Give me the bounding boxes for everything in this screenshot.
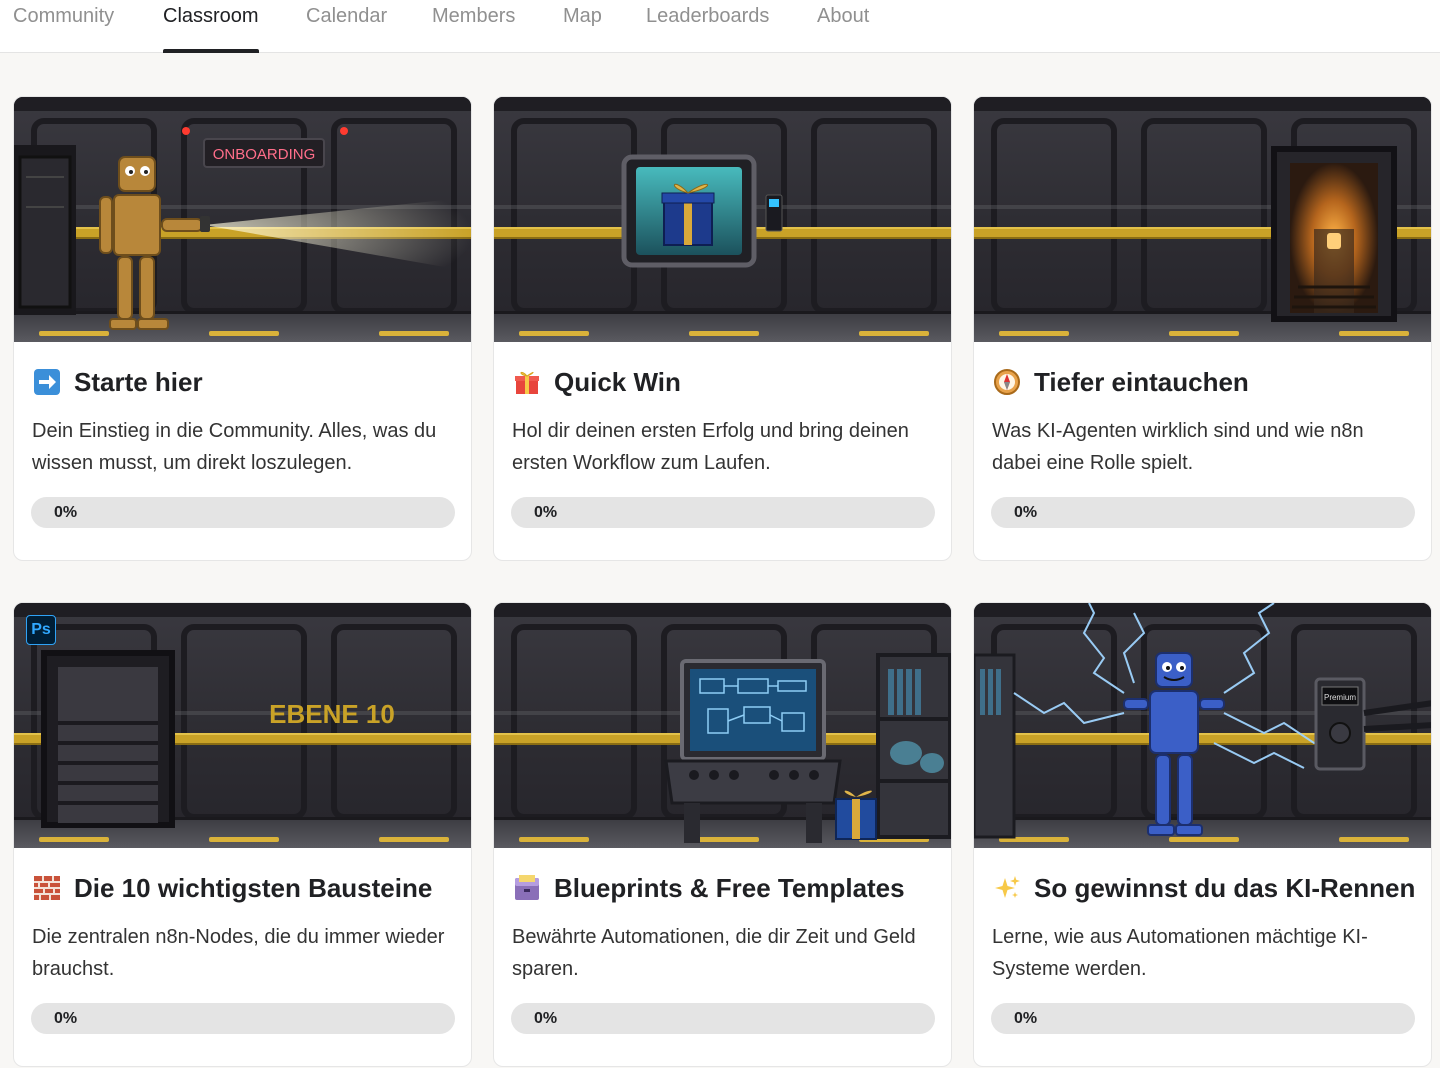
course-title-text: So gewinnst du das KI-Rennen xyxy=(1034,872,1416,903)
course-description: Bewährte Automationen, die dir Zeit und … xyxy=(512,926,916,980)
course-progress-label: 0% xyxy=(1014,504,1038,521)
course-progress-bar: 0% xyxy=(511,497,935,528)
compass-emoji-icon xyxy=(993,368,1021,396)
level-sign-text: EBENE 10 xyxy=(269,699,395,729)
course-progress-bar: 0% xyxy=(991,497,1415,528)
course-description: Dein Einstieg in die Community. Alles, w… xyxy=(32,420,437,474)
course-cover-image xyxy=(974,97,1431,342)
course-card-starte-hier[interactable]: ONBOARDING Starte hier Dein Einstieg in … xyxy=(13,96,472,561)
course-progress-label: 0% xyxy=(54,1010,78,1027)
course-title-text: Tiefer eintauchen xyxy=(1034,366,1249,397)
course-title[interactable]: Blueprints & Free Templates xyxy=(513,870,941,906)
course-progress-label: 0% xyxy=(54,504,78,521)
course-title[interactable]: Tiefer eintauchen xyxy=(993,364,1421,400)
course-title-text: Blueprints & Free Templates xyxy=(554,872,905,903)
tab-members[interactable]: Members xyxy=(432,0,515,53)
course-description: Was KI-Agenten wirklich sind und wie n8n… xyxy=(992,420,1364,474)
tab-leaderboards[interactable]: Leaderboards xyxy=(646,0,769,53)
course-title[interactable]: Starte hier xyxy=(33,364,461,400)
course-progress-bar: 0% xyxy=(511,1003,935,1034)
course-progress-label: 0% xyxy=(534,1010,558,1027)
tab-map[interactable]: Map xyxy=(563,0,602,53)
classroom-nav-bar: Community Classroom Calendar Members Map… xyxy=(0,0,1440,53)
course-title[interactable]: Quick Win xyxy=(513,364,941,400)
course-cover-image: EBENE 10 Ps xyxy=(14,603,471,848)
sparkles-emoji-icon xyxy=(993,874,1021,902)
tab-about[interactable]: About xyxy=(817,0,869,53)
course-progress-bar: 0% xyxy=(991,1003,1415,1034)
course-title[interactable]: Die 10 wichtigsten Bausteine xyxy=(33,870,461,906)
onboarding-sign-text: ONBOARDING xyxy=(213,146,316,163)
gift-emoji-icon xyxy=(513,368,541,396)
course-card-blueprints[interactable]: Blueprints & Free Templates Bewährte Aut… xyxy=(493,602,952,1067)
premium-panel-text: Premium xyxy=(1324,693,1356,702)
course-cover-image xyxy=(494,603,951,848)
course-description: Die zentralen n8n-Nodes, die du immer wi… xyxy=(32,926,445,980)
course-cover-image: Premium xyxy=(974,603,1431,848)
course-card-quick-win[interactable]: Quick Win Hol dir deinen ersten Erfolg u… xyxy=(493,96,952,561)
tab-classroom[interactable]: Classroom xyxy=(163,0,259,53)
photoshop-badge-icon: Ps xyxy=(26,615,56,645)
course-title-text: Die 10 wichtigsten Bausteine xyxy=(74,872,433,903)
course-card-ki-rennen[interactable]: Premium So gewinnst du das KI-Rennen Ler… xyxy=(973,602,1432,1067)
course-progress-bar: 0% xyxy=(31,1003,455,1034)
course-title-text: Starte hier xyxy=(74,366,203,397)
course-card-bausteine[interactable]: EBENE 10 Ps Die 10 wichtigsten Bausteine… xyxy=(13,602,472,1067)
tab-community[interactable]: Community xyxy=(13,0,114,53)
tab-calendar[interactable]: Calendar xyxy=(306,0,387,53)
course-cover-image: ONBOARDING xyxy=(14,97,471,342)
course-description: Lerne, wie aus Automationen mächtige KI-… xyxy=(992,926,1368,980)
course-description: Hol dir deinen ersten Erfolg und bring d… xyxy=(512,420,909,474)
course-cover-image xyxy=(494,97,951,342)
bricks-emoji-icon xyxy=(33,874,61,902)
course-title-text: Quick Win xyxy=(554,366,681,397)
right-arrow-emoji-icon xyxy=(33,368,61,396)
course-progress-label: 0% xyxy=(534,504,558,521)
course-title[interactable]: So gewinnst du das KI-Rennen xyxy=(993,870,1421,906)
course-card-tiefer-eintauchen[interactable]: Tiefer eintauchen Was KI-Agenten wirklic… xyxy=(973,96,1432,561)
course-progress-label: 0% xyxy=(1014,1010,1038,1027)
course-progress-bar: 0% xyxy=(31,497,455,528)
card-file-box-emoji-icon xyxy=(513,874,541,902)
